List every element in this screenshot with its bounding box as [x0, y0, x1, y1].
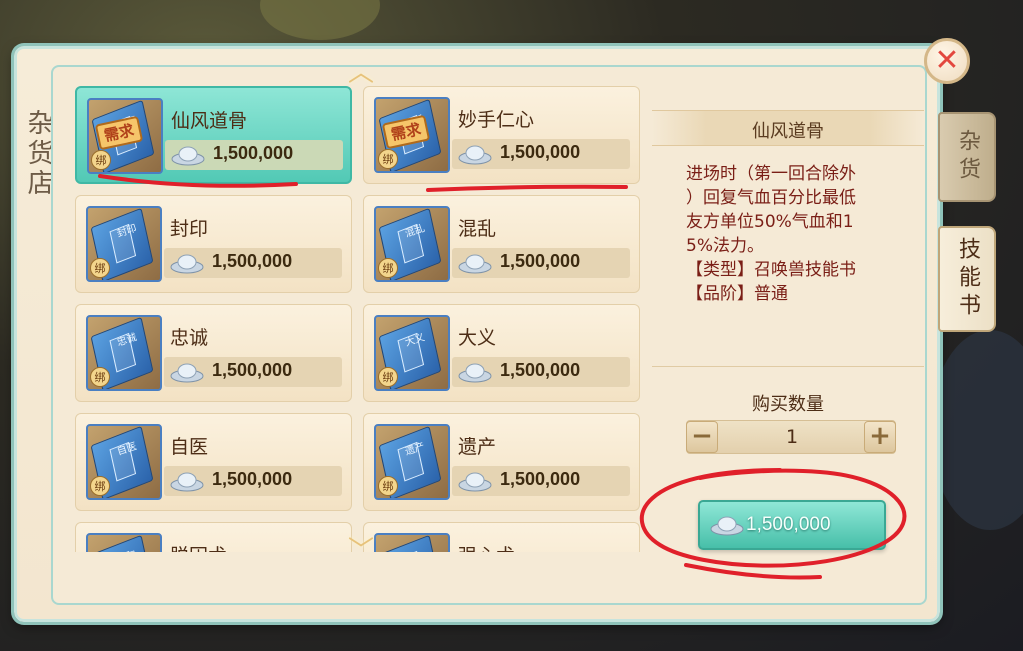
item-price: 1,500,000	[212, 251, 293, 271]
buy-price: 1,500,000	[746, 514, 831, 535]
skill-book-item[interactable]: 妙手需求绑妙手仁心 1,500,000	[363, 86, 640, 184]
quantity-stepper: − 1 +	[686, 420, 896, 454]
skill-book-item[interactable]: 自医绑自医 1,500,000	[75, 413, 352, 511]
item-price: 1,500,000	[212, 469, 293, 489]
bound-badge: 绑	[378, 367, 398, 387]
skill-book-item[interactable]: 混乱绑混乱 1,500,000	[363, 195, 640, 293]
item-name: 大义	[458, 327, 497, 349]
skill-book-item[interactable]: 忠诚绑忠诚 1,500,000	[75, 304, 352, 402]
description-line: 友方单位50%气血和1	[686, 212, 854, 232]
tab-skill-books[interactable]: 技能书	[938, 226, 996, 332]
background-scene	[260, 0, 380, 40]
price-box: 1,500,000	[452, 466, 630, 496]
skill-book-item[interactable]: 脱困绑脱困术1,500,000	[75, 522, 352, 552]
skill-book-icon: 封印绑	[86, 206, 162, 282]
silver-ingot-icon	[171, 146, 205, 166]
bound-badge: 绑	[378, 149, 398, 169]
price-box: 1,500,000	[452, 248, 630, 278]
item-name: 封印	[170, 218, 209, 240]
silver-ingot-icon	[458, 254, 492, 274]
close-icon[interactable]: ✕	[924, 38, 970, 84]
item-price: 1,500,000	[212, 360, 293, 380]
price-box: 1,500,000	[165, 140, 343, 170]
item-name: 仙风道骨	[171, 110, 248, 132]
price-box: 1,500,000	[164, 357, 342, 387]
item-name: 脱困术	[170, 541, 227, 552]
book-cover	[90, 535, 154, 552]
divider	[652, 366, 924, 367]
price-box: 1,500,000	[452, 357, 630, 387]
bound-badge: 绑	[90, 258, 110, 278]
skill-book-item[interactable]: 仙风需求绑仙风道骨 1,500,000	[75, 86, 352, 184]
item-price: 1,500,000	[500, 251, 581, 271]
skill-book-item[interactable]: 封印绑封印 1,500,000	[75, 195, 352, 293]
skill-book-icon: 大义绑	[374, 315, 450, 391]
bound-badge: 绑	[91, 150, 111, 170]
skill-book-icon: 自医绑	[86, 424, 162, 500]
detail-title-bar: 仙风道骨	[652, 110, 924, 146]
silver-ingot-icon	[170, 363, 204, 383]
item-name: 妙手仁心	[458, 109, 535, 131]
description-line: 进场时（第一回合除外	[686, 164, 856, 184]
item-list[interactable]: 仙风需求绑仙风道骨1,500,000妙手需求绑妙手仁心1,500,000封印绑封…	[75, 86, 645, 552]
item-name: 自医	[170, 436, 209, 458]
chevron-down-icon[interactable]: ﹀	[346, 538, 376, 564]
item-name: 强心术	[458, 541, 515, 552]
quantity-value[interactable]: 1	[727, 426, 857, 448]
background-scene-2	[930, 330, 1023, 530]
quantity-minus-button[interactable]: −	[686, 421, 718, 453]
description-line: 【品阶】普通	[686, 284, 788, 304]
bound-badge: 绑	[90, 367, 110, 387]
skill-book-item[interactable]: 遗产绑遗产 1,500,000	[363, 413, 640, 511]
silver-ingot-icon	[710, 516, 744, 536]
item-name: 混乱	[458, 218, 497, 240]
description-line: 5%法力。	[686, 236, 764, 256]
skill-book-icon: 遗产绑	[374, 424, 450, 500]
skill-book-item[interactable]: 大义绑大义 1,500,000	[363, 304, 640, 402]
quantity-label: 购买数量	[752, 394, 824, 415]
skill-book-icon: 忠诚绑	[86, 315, 162, 391]
item-name: 遗产	[458, 436, 497, 458]
detail-panel: 仙风道骨 进场时（第一回合除外 ）回复气血百分比最低 友方单位50%气血和1 5…	[652, 86, 924, 552]
detail-description: 进场时（第一回合除外 ）回复气血百分比最低 友方单位50%气血和1 5%法力。 …	[686, 162, 906, 306]
item-price: 1,500,000	[500, 469, 581, 489]
item-price: 1,500,000	[500, 360, 581, 380]
quantity-plus-button[interactable]: +	[864, 421, 896, 453]
book-cover	[378, 535, 442, 552]
item-name: 忠诚	[170, 327, 209, 349]
skill-book-icon: 妙手需求绑	[374, 97, 450, 173]
price-box: 1,500,000	[164, 248, 342, 278]
tab-groceries[interactable]: 杂货	[938, 112, 996, 202]
silver-ingot-icon	[170, 472, 204, 492]
bound-badge: 绑	[378, 258, 398, 278]
description-line: 【类型】召唤兽技能书	[686, 260, 856, 280]
skill-book-icon: 仙风需求绑	[87, 98, 163, 174]
bound-badge: 绑	[378, 476, 398, 496]
skill-book-icon: 混乱绑	[374, 206, 450, 282]
silver-ingot-icon	[458, 363, 492, 383]
skill-book-item[interactable]: 强心绑强心术1,500,000	[363, 522, 640, 552]
price-box: 1,500,000	[452, 139, 630, 169]
silver-ingot-icon	[170, 254, 204, 274]
detail-title: 仙风道骨	[752, 121, 824, 142]
buy-button[interactable]: 1,500,000	[698, 500, 886, 550]
skill-book-icon: 脱困绑	[86, 533, 162, 552]
item-price: 1,500,000	[500, 142, 581, 162]
bound-badge: 绑	[90, 476, 110, 496]
item-price: 1,500,000	[213, 143, 294, 163]
chevron-up-icon[interactable]: ︿	[346, 60, 376, 86]
silver-ingot-icon	[458, 472, 492, 492]
description-line: ）回复气血百分比最低	[686, 188, 856, 208]
silver-ingot-icon	[458, 145, 492, 165]
skill-book-icon: 强心绑	[374, 533, 450, 552]
price-box: 1,500,000	[164, 466, 342, 496]
